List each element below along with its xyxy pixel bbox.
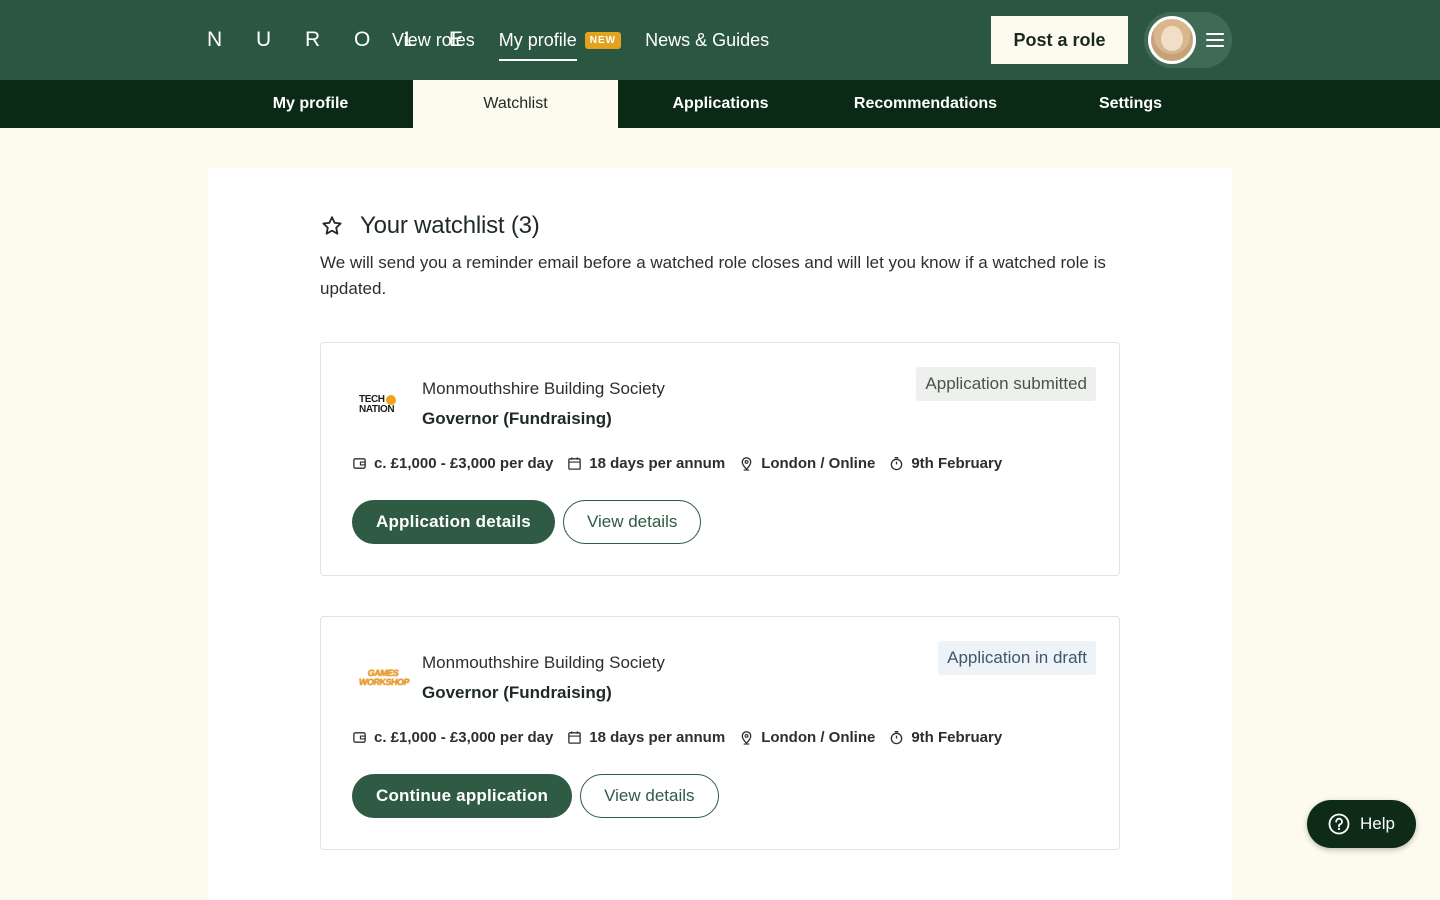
page-title: Your watchlist (3): [360, 212, 540, 239]
watchlist-panel: Your watchlist (3) We will send you a re…: [208, 168, 1232, 900]
role-title[interactable]: Governor (Fundraising): [422, 683, 612, 703]
organisation-name: Monmouthshire Building Society: [422, 653, 665, 672]
wallet-icon: [353, 732, 366, 743]
tab-my-profile[interactable]: My profile: [208, 80, 413, 128]
watchlist-intro: We will send you a reminder email before…: [320, 253, 1106, 298]
avatar: [1148, 16, 1196, 64]
nav-view-roles[interactable]: View roles: [392, 28, 475, 52]
stopwatch-icon: [891, 731, 903, 745]
role-card: GAMES WORKSHOP Monmouthshire Building So…: [320, 616, 1120, 850]
calendar-icon: [568, 731, 582, 744]
status-badge: Application in draft: [938, 641, 1096, 675]
status-badge: Application submitted: [916, 367, 1096, 401]
main-nav: View roles My profile NEW News & Guides: [392, 0, 793, 80]
company-logo: GAMES WORKSHOP: [358, 668, 410, 687]
location-pin-icon: [741, 731, 752, 745]
watchlist-heading: Your watchlist (3): [320, 212, 540, 240]
tab-recommendations[interactable]: Recommendations: [823, 80, 1028, 128]
nav-news-guides[interactable]: News & Guides: [645, 28, 769, 52]
role-meta: c. £1,000 - £3,000 per day 18 days per a…: [352, 729, 1016, 746]
role-meta: c. £1,000 - £3,000 per day 18 days per a…: [352, 455, 1016, 472]
new-badge: NEW: [584, 31, 622, 49]
help-button[interactable]: Help: [1307, 800, 1416, 848]
role-card: TECH NATION Monmouthshire Building Socie…: [320, 342, 1120, 576]
company-logo: TECH NATION: [359, 393, 396, 415]
organisation-name: Monmouthshire Building Society: [422, 379, 665, 398]
star-icon: [322, 216, 342, 235]
sun-icon: [385, 394, 396, 405]
continue-application-button[interactable]: Continue application: [352, 774, 573, 818]
calendar-icon: [568, 457, 582, 470]
stopwatch-icon: [891, 457, 903, 471]
question-circle-icon: [1328, 813, 1350, 835]
view-details-button[interactable]: View details: [580, 774, 719, 818]
tab-settings[interactable]: Settings: [1028, 80, 1233, 128]
nav-my-profile[interactable]: My profile NEW: [498, 28, 622, 61]
hamburger-icon: [1206, 33, 1224, 47]
tab-watchlist[interactable]: Watchlist: [413, 80, 618, 128]
role-title[interactable]: Governor (Fundraising): [422, 409, 612, 429]
location-pin-icon: [741, 457, 752, 471]
top-bar: N U R O L E View roles My profile NEW New…: [0, 0, 1440, 80]
post-a-role-button[interactable]: Post a role: [991, 16, 1128, 64]
user-menu-button[interactable]: [1144, 12, 1232, 68]
wallet-icon: [353, 458, 366, 469]
application-details-button[interactable]: Application details: [352, 500, 555, 544]
profile-subnav: My profile Watchlist Applications Recomm…: [0, 80, 1440, 128]
tab-applications[interactable]: Applications: [618, 80, 823, 128]
view-details-button[interactable]: View details: [562, 500, 702, 544]
